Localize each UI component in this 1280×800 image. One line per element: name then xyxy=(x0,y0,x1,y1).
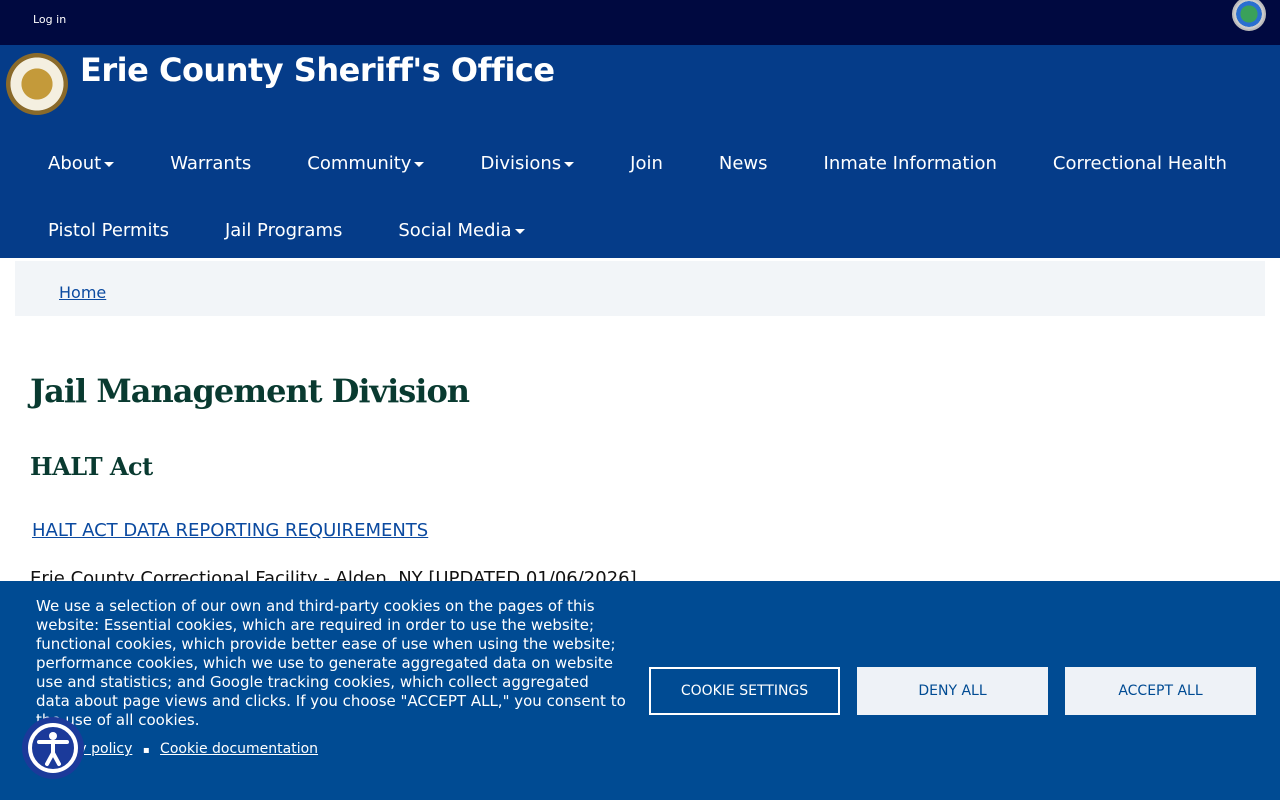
page-title: Jail Management Division xyxy=(30,372,470,410)
section-title: HALT Act xyxy=(30,452,153,481)
accessibility-icon xyxy=(28,723,78,773)
nav-item-label: News xyxy=(718,153,768,174)
accept-all-button[interactable]: ACCEPT ALL xyxy=(1065,667,1256,715)
site-header: Erie County Sheriff's Office About Warran… xyxy=(0,45,1280,258)
caret-down-icon xyxy=(414,161,425,167)
cookie-documentation-link[interactable]: Cookie documentation xyxy=(160,741,318,757)
nav-item-label: Correctional Health xyxy=(1052,153,1227,174)
nav-item-correctional-health[interactable]: Correctional Health xyxy=(1025,153,1255,174)
nav-item-pistol-permits[interactable]: Pistol Permits xyxy=(0,220,197,241)
nav-item-jail-programs[interactable]: Jail Programs xyxy=(197,220,370,241)
breadcrumb: Home xyxy=(15,261,1265,316)
nav-item-label: Community xyxy=(307,153,412,174)
site-title[interactable]: Erie County Sheriff's Office xyxy=(80,51,555,89)
main-nav: About Warrants Community Divisions Join News I… xyxy=(0,130,1280,264)
nav-item-about[interactable]: About xyxy=(0,153,142,174)
nav-item-community[interactable]: Community xyxy=(279,153,452,174)
sheriff-badge-logo[interactable] xyxy=(6,53,68,115)
accessibility-button[interactable] xyxy=(22,717,84,779)
nav-item-inmate-information[interactable]: Inmate Information xyxy=(796,153,1025,174)
cookie-settings-button[interactable]: COOKIE SETTINGS xyxy=(649,667,840,715)
nav-item-news[interactable]: News xyxy=(691,153,796,174)
nav-item-label: About xyxy=(48,153,102,174)
caret-down-icon xyxy=(564,161,575,167)
nav-item-social-media[interactable]: Social Media xyxy=(370,220,552,241)
nav-item-label: Divisions xyxy=(480,153,562,174)
deny-all-button[interactable]: DENY ALL xyxy=(857,667,1048,715)
caret-down-icon xyxy=(514,228,525,234)
link-separator: ▪ xyxy=(142,745,150,756)
breadcrumb-home[interactable]: Home xyxy=(59,283,106,302)
nav-item-warrants[interactable]: Warrants xyxy=(142,153,279,174)
nav-item-join[interactable]: Join xyxy=(602,153,691,174)
caret-down-icon xyxy=(104,161,115,167)
nav-item-label: Inmate Information xyxy=(823,153,997,174)
cookie-text: We use a selection of our own and third-… xyxy=(36,597,626,729)
halt-data-link[interactable]: HALT ACT DATA REPORTING REQUIREMENTS xyxy=(32,520,428,541)
nav-item-label: Warrants xyxy=(170,153,252,174)
nav-item-divisions[interactable]: Divisions xyxy=(452,153,602,174)
nav-item-label: Join xyxy=(630,153,663,174)
nav-item-label: Social Media xyxy=(398,220,512,241)
nav-item-label: Pistol Permits xyxy=(48,220,169,241)
login-link[interactable]: Log in xyxy=(33,13,66,26)
county-seal-icon[interactable] xyxy=(1232,0,1266,31)
cookie-banner: We use a selection of our own and third-… xyxy=(0,581,1280,800)
top-bar: Log in xyxy=(0,0,1280,45)
nav-item-label: Jail Programs xyxy=(224,220,343,241)
